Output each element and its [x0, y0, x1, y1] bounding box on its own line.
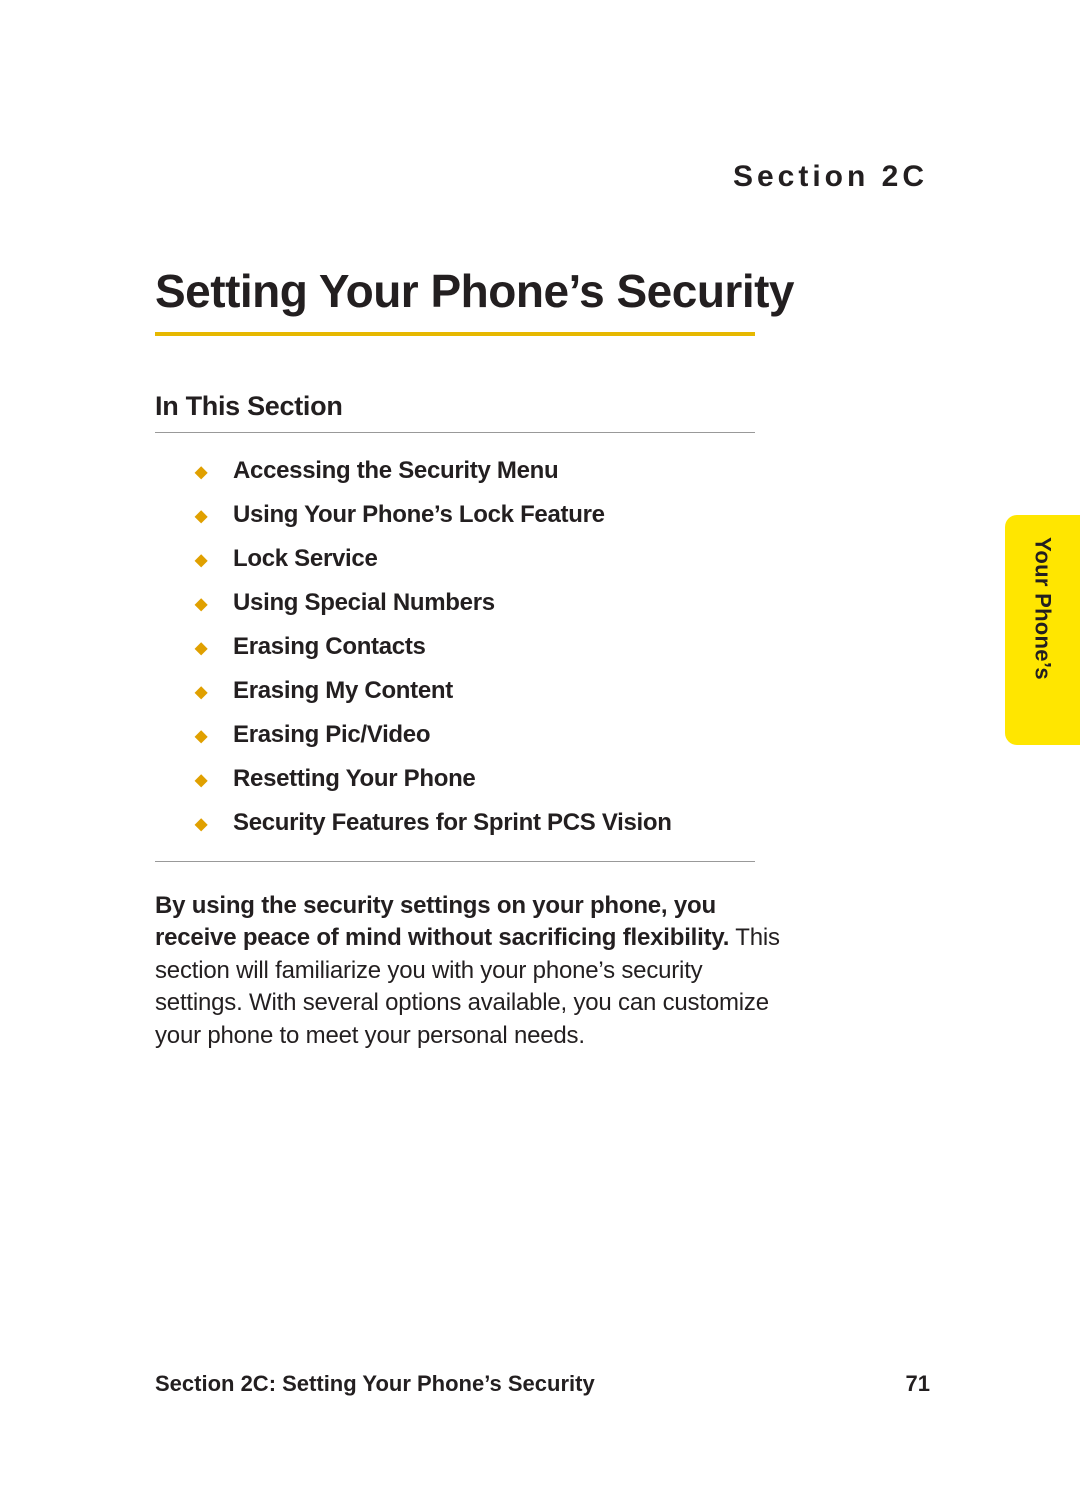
- divider-bottom: [155, 861, 755, 862]
- toc-item-label: Using Special Numbers: [233, 589, 495, 617]
- footer-text: Section 2C: Setting Your Phone’s Securit…: [155, 1371, 595, 1397]
- intro-bold: By using the security settings on your p…: [155, 892, 729, 951]
- toc-item: ◆ Using Your Phone’s Lock Feature: [195, 501, 930, 529]
- diamond-bullet-icon: ◆: [195, 641, 209, 657]
- toc-item: ◆ Lock Service: [195, 545, 930, 573]
- diamond-bullet-icon: ◆: [195, 729, 209, 745]
- diamond-bullet-icon: ◆: [195, 597, 209, 613]
- diamond-bullet-icon: ◆: [195, 553, 209, 569]
- title-underline: [155, 332, 755, 336]
- toc-item: ◆ Using Special Numbers: [195, 589, 930, 617]
- toc-item: ◆ Erasing Pic/Video: [195, 721, 930, 749]
- diamond-bullet-icon: ◆: [195, 773, 209, 789]
- diamond-bullet-icon: ◆: [195, 817, 209, 833]
- diamond-bullet-icon: ◆: [195, 509, 209, 525]
- page: Section 2C Setting Your Phone’s Security…: [0, 0, 1080, 1512]
- toc-item-label: Erasing Pic/Video: [233, 721, 430, 749]
- toc-item-label: Lock Service: [233, 545, 378, 573]
- toc-item-label: Using Your Phone’s Lock Feature: [233, 501, 605, 529]
- page-footer: Section 2C: Setting Your Phone’s Securit…: [155, 1371, 930, 1397]
- toc-item: ◆ Accessing the Security Menu: [195, 457, 930, 485]
- divider-top: [155, 432, 755, 433]
- diamond-bullet-icon: ◆: [195, 465, 209, 481]
- toc-item-label: Resetting Your Phone: [233, 765, 475, 793]
- toc-item: ◆ Erasing Contacts: [195, 633, 930, 661]
- page-title: Setting Your Phone’s Security: [155, 264, 930, 318]
- toc-item-label: Accessing the Security Menu: [233, 457, 558, 485]
- toc-item: ◆ Erasing My Content: [195, 677, 930, 705]
- page-number: 71: [906, 1371, 930, 1397]
- diamond-bullet-icon: ◆: [195, 685, 209, 701]
- toc-item: ◆ Security Features for Sprint PCS Visio…: [195, 809, 930, 837]
- intro-paragraph: By using the security settings on your p…: [155, 890, 795, 1052]
- toc-item-label: Erasing Contacts: [233, 633, 426, 661]
- toc-item-label: Erasing My Content: [233, 677, 453, 705]
- section-label: Section 2C: [155, 160, 930, 194]
- toc-item-label: Security Features for Sprint PCS Vision: [233, 809, 672, 837]
- toc-list: ◆ Accessing the Security Menu ◆ Using Yo…: [155, 457, 930, 837]
- toc-item: ◆ Resetting Your Phone: [195, 765, 930, 793]
- in-this-section-heading: In This Section: [155, 391, 930, 422]
- side-tab-label: Your Phone’s: [1030, 537, 1056, 680]
- side-tab: Your Phone’s: [1005, 515, 1080, 745]
